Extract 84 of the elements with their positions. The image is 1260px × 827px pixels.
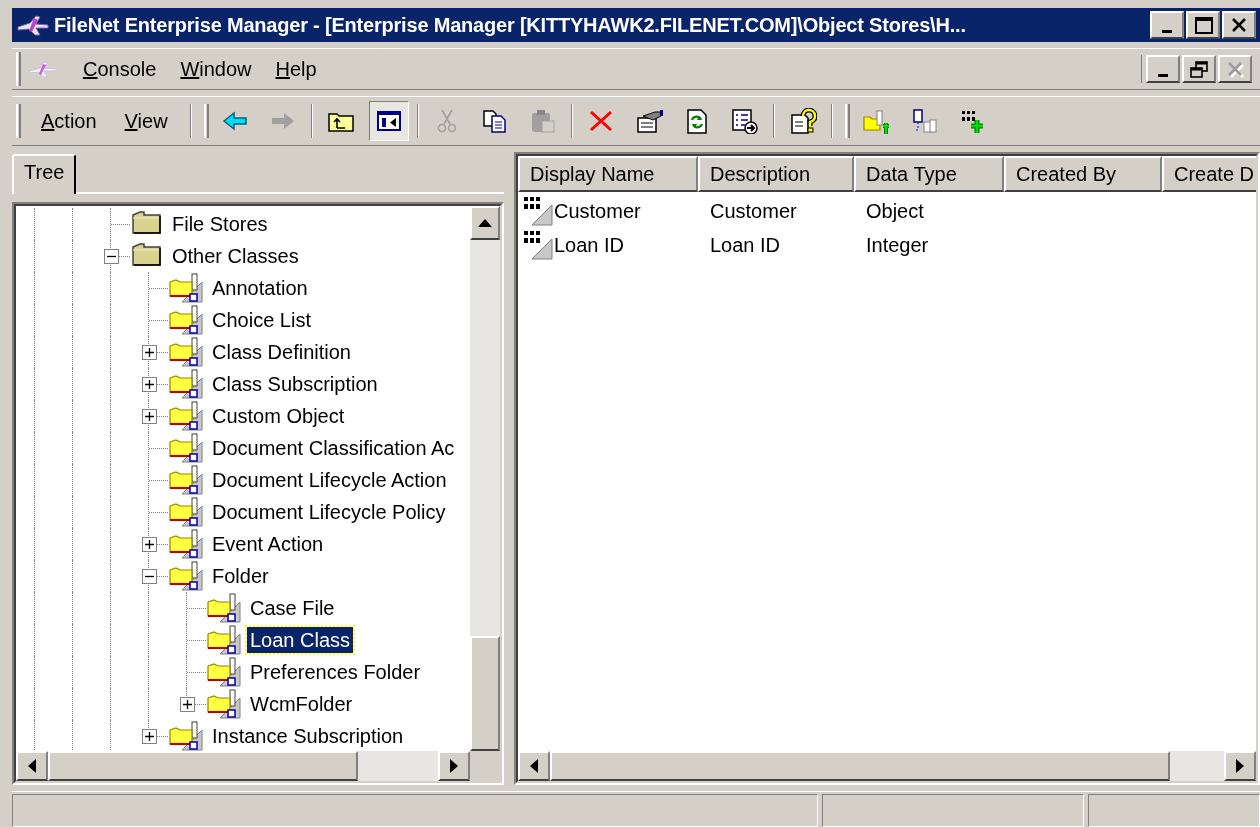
new-class-folder-icon <box>861 108 890 134</box>
column-header[interactable]: Description <box>698 156 854 192</box>
tree-pane-icon <box>374 108 403 134</box>
minimize-button[interactable] <box>1150 11 1184 39</box>
plus-icon <box>144 411 154 421</box>
plus-icon <box>182 699 192 709</box>
tree-button[interactable] <box>368 101 409 141</box>
plus-icon <box>144 379 154 389</box>
scrollbar-corner <box>470 751 500 781</box>
help-icon <box>788 108 817 134</box>
tree-item[interactable]: File Stores <box>169 211 271 237</box>
table-cell-text: Loan ID <box>710 233 781 258</box>
plus-icon <box>144 731 154 741</box>
tree-item[interactable]: Class Subscription <box>209 371 381 397</box>
plus-icon <box>144 539 154 549</box>
left-arrow-icon <box>530 759 538 773</box>
maximize-icon <box>1193 15 1213 35</box>
tree-item[interactable]: Preferences Folder <box>247 659 424 685</box>
scroll-thumb[interactable] <box>48 751 358 781</box>
minimize-icon <box>1158 73 1168 77</box>
column-header[interactable]: Data Type <box>854 156 1004 192</box>
table-cell-text: Customer <box>710 199 797 224</box>
close-button[interactable] <box>1222 11 1256 39</box>
scroll-left-button[interactable] <box>518 751 550 781</box>
scroll-thumb[interactable] <box>550 751 1170 781</box>
table-cell-text: Customer <box>554 199 641 224</box>
collapse-toggle[interactable] <box>141 568 157 584</box>
restore-icon <box>1189 59 1209 79</box>
expand-toggle[interactable] <box>141 344 157 360</box>
tab[interactable]: Tree <box>12 154 77 194</box>
export-list-icon <box>730 108 759 134</box>
scroll-up-button[interactable] <box>470 206 500 240</box>
app-logo-icon <box>16 14 50 36</box>
left-arrow-icon <box>28 759 36 773</box>
console-logo-icon <box>27 59 61 79</box>
column-header[interactable]: Create D <box>1162 156 1256 192</box>
close-icon <box>1225 59 1245 79</box>
tree-item[interactable]: Document Lifecycle Policy <box>209 499 449 525</box>
restore-button[interactable] <box>1182 55 1216 83</box>
tree-item[interactable]: Custom Object <box>209 403 348 429</box>
scroll-thumb[interactable] <box>470 636 500 751</box>
column-header[interactable]: Display Name <box>518 156 698 192</box>
up-arrow-icon <box>478 219 492 227</box>
scroll-right-button[interactable] <box>1224 751 1256 781</box>
tree-item[interactable]: WcmFolder <box>247 691 356 717</box>
expand-toggle[interactable] <box>141 728 157 744</box>
menu-item[interactable]: Console <box>71 52 169 86</box>
maximize-button[interactable] <box>1186 11 1220 39</box>
tree-item[interactable]: Loan Class <box>247 627 354 653</box>
table-cell-text: Object <box>866 199 924 224</box>
scroll-right-button[interactable] <box>438 751 470 781</box>
expand-toggle[interactable] <box>141 408 157 424</box>
properties-icon <box>634 108 663 134</box>
tree-item[interactable]: Case File <box>247 595 338 621</box>
table-cell-text: Loan ID <box>554 233 625 258</box>
tree-item[interactable]: Document Lifecycle Action <box>209 467 450 493</box>
plus-icon <box>144 347 154 357</box>
tree-item[interactable]: Annotation <box>209 275 311 301</box>
scroll-left-button[interactable] <box>16 751 48 781</box>
table-cell-text: Integer <box>866 233 929 258</box>
tree-item[interactable]: Class Definition <box>209 339 354 365</box>
right-arrow-icon <box>450 759 458 773</box>
expand-toggle[interactable] <box>179 696 195 712</box>
minimize-icon <box>1162 29 1172 33</box>
expand-toggle[interactable] <box>141 376 157 392</box>
tree-item[interactable]: Other Classes <box>169 243 302 269</box>
minimize-button[interactable] <box>1146 55 1180 83</box>
expand-toggle[interactable] <box>141 536 157 552</box>
tree-item[interactable]: Folder <box>209 563 272 589</box>
property-icon <box>522 195 554 227</box>
tree-item[interactable]: Document Classification Ac <box>209 435 458 461</box>
window-title: FileNet Enterprise Manager - [Enterprise Manager [KITTYHAWK2.FILENET.COM]\Object Stores\H... <box>54 13 967 38</box>
tree-item[interactable]: Instance Subscription <box>209 723 407 749</box>
menu-item[interactable]: Window <box>168 52 264 86</box>
menu-item[interactable]: View <box>110 104 182 138</box>
copy-icon <box>480 108 509 134</box>
tree-item[interactable]: Event Action <box>209 531 327 557</box>
tree-item[interactable]: Choice List <box>209 307 314 333</box>
right-arrow-icon <box>1236 759 1244 773</box>
property-icon <box>522 229 554 261</box>
menu-item[interactable]: Action <box>27 104 111 138</box>
collapse-toggle[interactable] <box>103 248 119 264</box>
menu-item[interactable]: Help <box>263 52 329 86</box>
column-header[interactable]: Created By <box>1004 156 1162 192</box>
